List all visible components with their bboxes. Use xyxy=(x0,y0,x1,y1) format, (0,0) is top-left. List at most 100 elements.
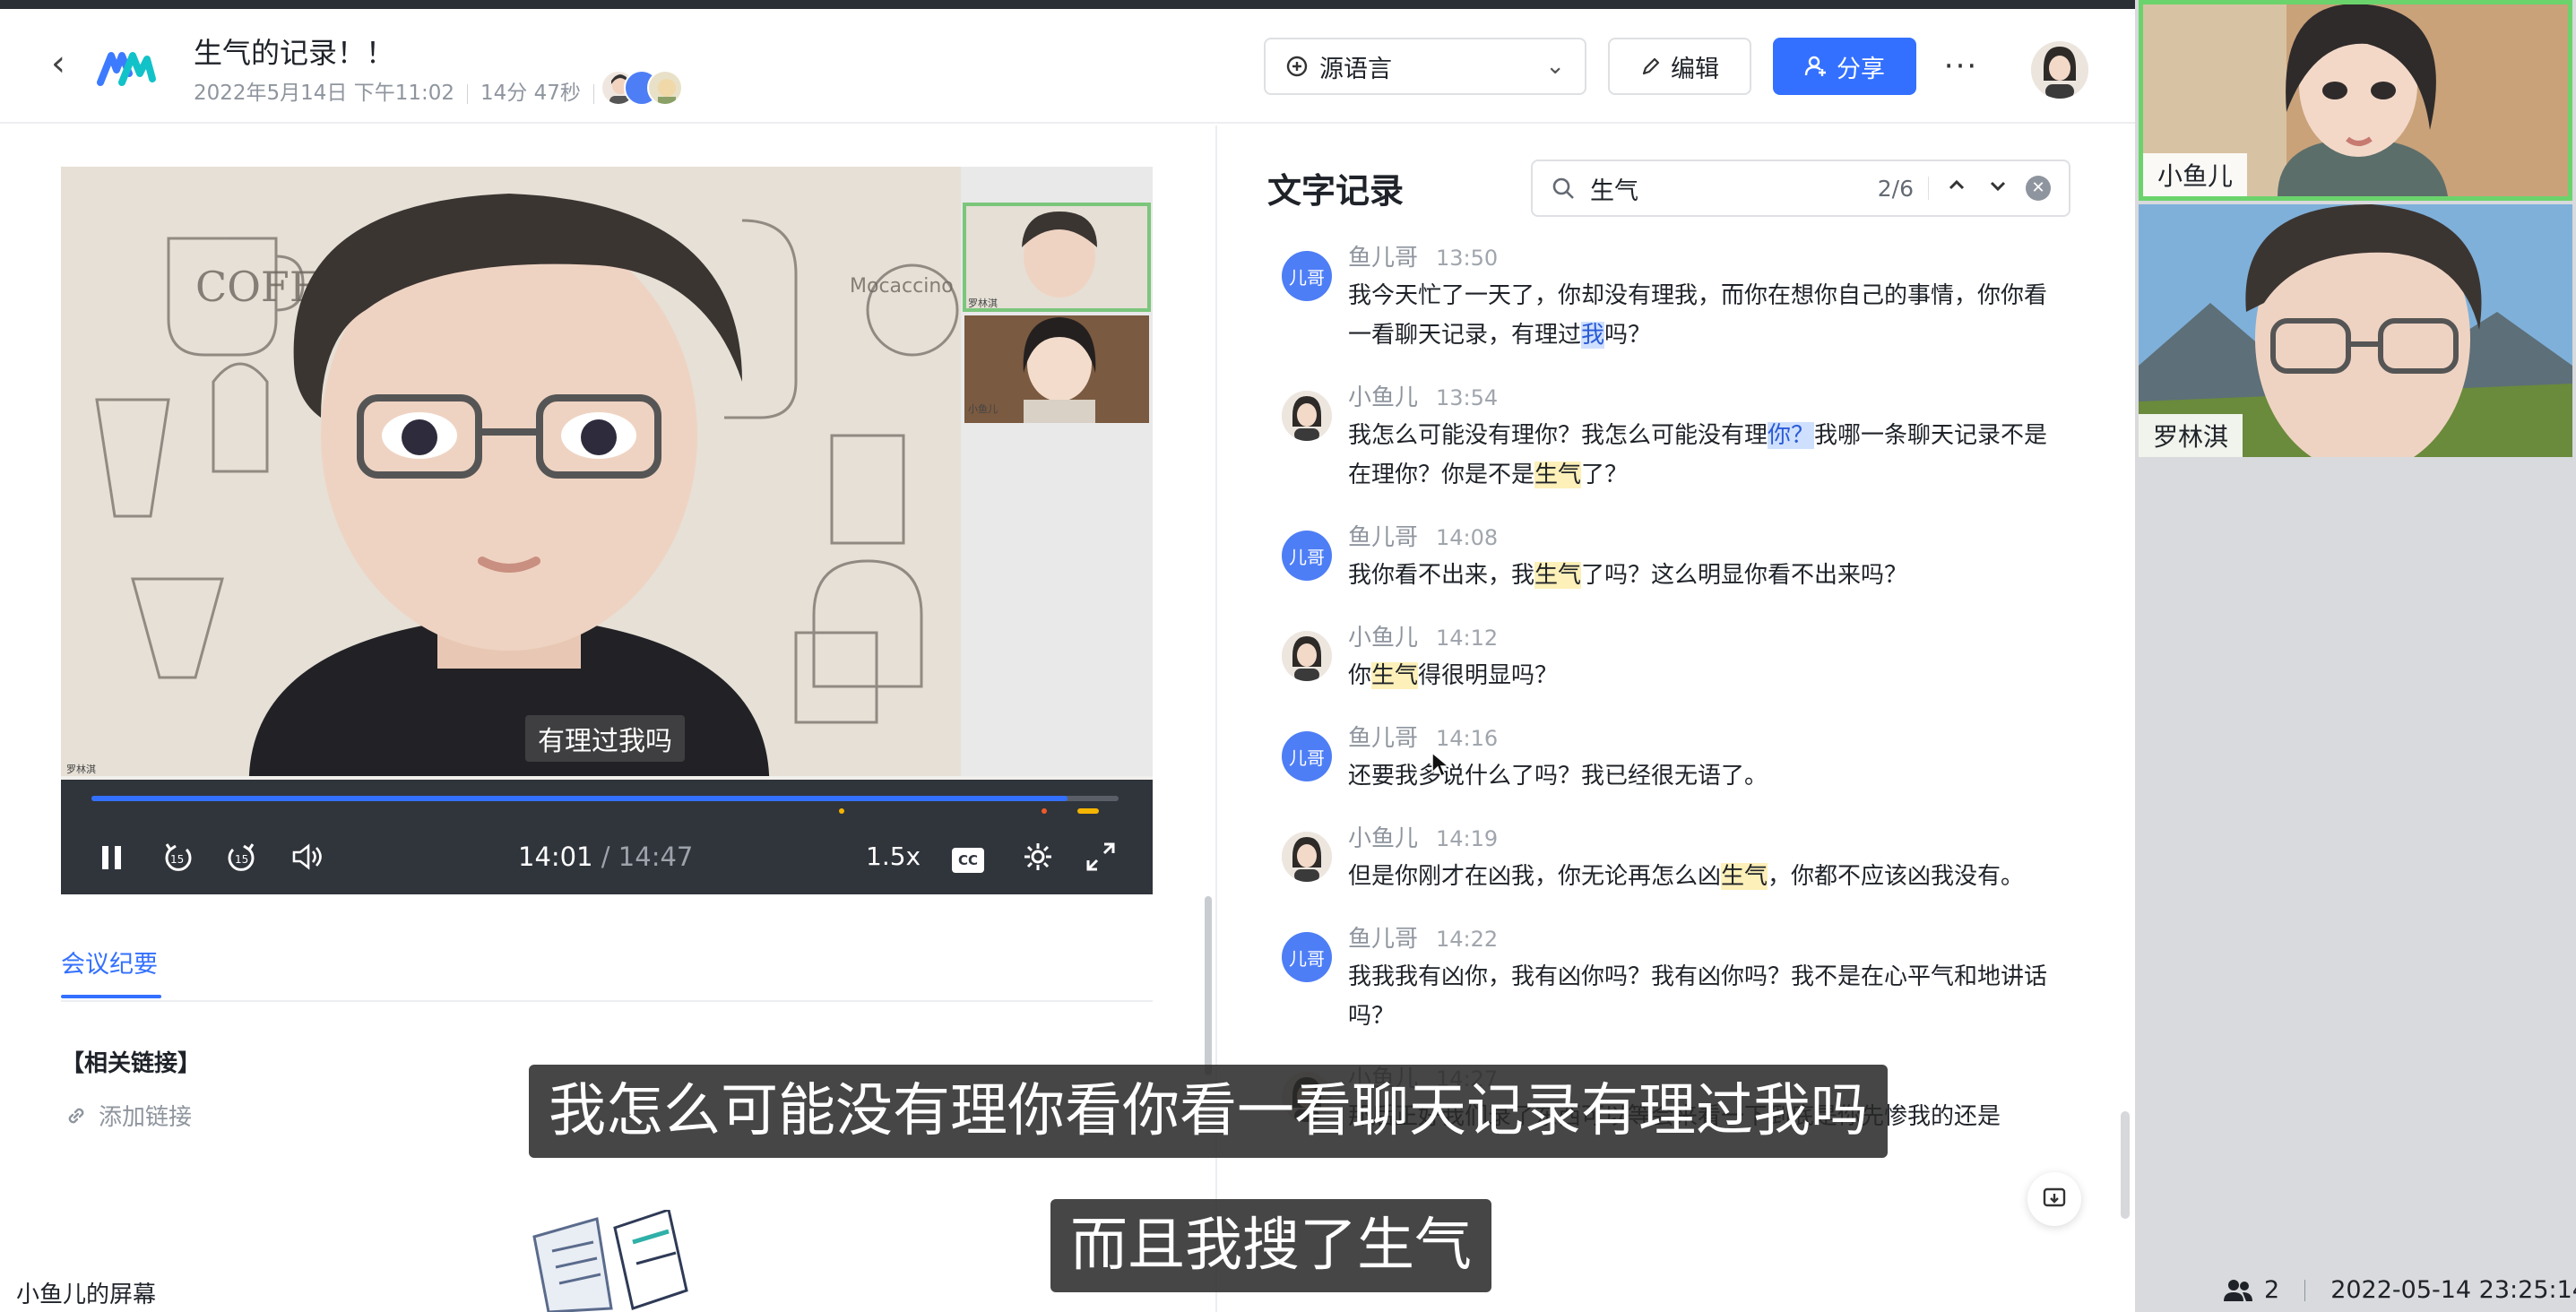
progress-fill xyxy=(91,796,1068,801)
text-segment: 我你看不出来，我 xyxy=(1348,562,1535,589)
transcript-message[interactable]: 儿哥 鱼儿哥 14:08 我你看不出来，我生气了吗？这么明显你看不出来吗？ xyxy=(1276,520,2065,595)
marker-dot[interactable] xyxy=(1042,808,1047,814)
meeting-datetime: 2022-05-14 23:25:14 xyxy=(2330,1276,2576,1304)
transcript-message[interactable]: 儿哥 鱼儿哥 14:22 我我我有凶你，我有凶你吗？我有凶你吗？我不是在心平气和地讲话… xyxy=(1276,921,2065,1036)
captions-button[interactable]: CC xyxy=(952,839,984,875)
search-input[interactable] xyxy=(1590,174,1805,203)
participant-avatars[interactable] xyxy=(601,70,699,109)
share-button[interactable]: 分享 xyxy=(1773,38,1916,95)
video-thumbnails: 罗林淇 小鱼儿 xyxy=(961,167,1153,776)
message-time[interactable]: 14:08 xyxy=(1436,525,1498,550)
clear-search-button[interactable]: ✕ xyxy=(2026,176,2051,201)
translate-icon xyxy=(1286,56,1308,77)
edit-button[interactable]: 编辑 xyxy=(1608,38,1751,95)
left-scrollbar[interactable] xyxy=(1205,896,1212,1075)
mouse-cursor-icon xyxy=(1431,751,1451,778)
video-player[interactable]: COFFEE Mocaccino 罗林淇 小鱼儿 罗林淇 有理过我吗 15 15… xyxy=(61,167,1153,894)
message-time[interactable]: 13:54 xyxy=(1436,385,1498,410)
message-time[interactable]: 14:12 xyxy=(1436,626,1498,651)
progress-bar[interactable] xyxy=(91,796,1119,814)
next-result-button[interactable] xyxy=(1984,175,2011,203)
message-header: 小鱼儿 14:19 xyxy=(1348,821,2065,857)
message-header: 鱼儿哥 14:22 xyxy=(1348,921,2065,957)
locate-icon xyxy=(2043,1187,2066,1207)
more-options-button[interactable]: ··· xyxy=(1936,43,1986,90)
gear-icon xyxy=(1024,843,1051,870)
search-highlight: 生气 xyxy=(1534,562,1582,589)
add-user-icon xyxy=(1804,56,1826,76)
speaker-name[interactable]: 小鱼儿 xyxy=(1348,825,1418,852)
message-time[interactable]: 14:16 xyxy=(1436,726,1498,751)
search-result-count: 2/6 xyxy=(1877,175,1914,202)
transcript-message[interactable]: 小鱼儿 14:12 你生气得很明显吗？ xyxy=(1276,620,2065,695)
speaker-avatar xyxy=(1282,832,1332,882)
text-segment: 我我我有凶你，我有凶你吗？我有凶你吗？我不是在心平气和地讲话吗？ xyxy=(1348,963,2048,1030)
speaker-avatar xyxy=(1282,631,1332,681)
total-time: 14:47 xyxy=(618,842,694,872)
participant-tile-xiaoyuer[interactable]: 小鱼儿 xyxy=(2139,0,2572,201)
recording-title: 生气的记录！！ xyxy=(194,36,395,70)
back-arrow-icon[interactable]: ‹ xyxy=(36,41,81,86)
text-segment: 我怎么可能没有理你？我怎么可能没有理 xyxy=(1348,422,1768,449)
user-avatar[interactable] xyxy=(2031,41,2088,99)
speaker-avatar: 儿哥 xyxy=(1282,251,1332,301)
marker-dot[interactable] xyxy=(1077,808,1099,814)
transcript-message[interactable]: 儿哥 鱼儿哥 13:50 我今天忙了一天了，你却没有理我，而你在想你自己的事情，你你看… xyxy=(1276,240,2065,355)
search-divider xyxy=(1928,177,1929,200)
transcript-search[interactable]: 2/6 ✕ xyxy=(1531,160,2070,217)
tab-meeting-summary[interactable]: 会议纪要 xyxy=(61,945,158,980)
app-logo xyxy=(97,52,156,86)
participant-name: 小鱼儿 xyxy=(2143,153,2248,196)
speaker-name[interactable]: 小鱼儿 xyxy=(1348,625,1418,652)
playback-time: 14:01 / 14:47 xyxy=(518,839,693,875)
jump-to-current-button[interactable] xyxy=(2027,1172,2081,1226)
settings-button[interactable] xyxy=(1020,839,1056,885)
volume-button[interactable] xyxy=(289,839,324,885)
edit-button-label: 编辑 xyxy=(1671,55,1719,83)
speaker-name[interactable]: 鱼儿哥 xyxy=(1348,524,1418,551)
message-text: 我你看不出来，我生气了吗？这么明显你看不出来吗？ xyxy=(1348,556,2065,595)
search-icon xyxy=(1552,177,1574,199)
message-time[interactable]: 14:19 xyxy=(1436,826,1498,851)
text-segment: 吗？ xyxy=(1604,322,1652,349)
speaker-name[interactable]: 鱼儿哥 xyxy=(1348,926,1418,953)
message-header: 鱼儿哥 14:08 xyxy=(1348,520,2065,556)
speaker-name[interactable]: 鱼儿哥 xyxy=(1348,245,1418,272)
live-subtitle-line-2: 而且我搜了生气 xyxy=(1050,1199,1491,1292)
pencil-icon xyxy=(1642,57,1660,75)
speed-button[interactable]: 1.5x xyxy=(866,839,921,875)
previous-result-button[interactable] xyxy=(1943,175,1970,203)
main-video-name: 罗林淇 xyxy=(66,764,96,775)
search-highlight: 生气 xyxy=(1534,462,1582,488)
participant-tile-luolinqi[interactable]: 罗林淇 xyxy=(2139,204,2572,457)
pause-icon xyxy=(102,846,121,869)
message-text: 我我我有凶你，我有凶你吗？我有凶你吗？我不是在心平气和地讲话吗？ xyxy=(1348,957,2065,1036)
source-language-select[interactable]: 源语言 ⌄ xyxy=(1264,38,1586,95)
transcript-scrollbar[interactable] xyxy=(2121,1111,2130,1219)
source-language-label: 源语言 xyxy=(1319,55,1392,83)
forward-15-button[interactable]: 15 xyxy=(224,839,260,885)
current-time: 14:01 xyxy=(518,842,593,872)
pause-button[interactable] xyxy=(97,839,127,885)
fullscreen-icon xyxy=(1086,842,1115,871)
message-header: 鱼儿哥 13:50 xyxy=(1348,240,2065,276)
message-time[interactable]: 13:50 xyxy=(1436,246,1498,271)
meta-divider xyxy=(592,83,594,104)
transcript-message[interactable]: 儿哥 鱼儿哥 14:16 还要我多说什么了吗？我已经很无语了。 xyxy=(1276,721,2065,796)
fullscreen-button[interactable] xyxy=(1083,839,1119,885)
search-highlight: 你？ xyxy=(1768,422,1815,449)
text-segment: ，你都不应该凶我没有。 xyxy=(1768,863,2025,890)
transcript-message[interactable]: 小鱼儿 14:19 但是你刚才在凶我，你无论再怎么凶生气，你都不应该凶我没有。 xyxy=(1276,821,2065,896)
screen-share-label: 小鱼儿的屏幕 xyxy=(16,1276,157,1309)
transcript-message[interactable]: 小鱼儿 13:54 我怎么可能没有理你？我怎么可能没有理你？我哪一条聊天记录不是在理… xyxy=(1276,380,2065,495)
add-link-button[interactable]: 添加链接 xyxy=(65,1099,192,1132)
video-frame: COFFEE Mocaccino xyxy=(61,167,961,776)
rewind-15-button[interactable]: 15 xyxy=(160,839,195,885)
speaker-name[interactable]: 小鱼儿 xyxy=(1348,384,1418,411)
speaker-name[interactable]: 鱼儿哥 xyxy=(1348,725,1418,752)
message-header: 鱼儿哥 14:16 xyxy=(1348,721,2065,756)
text-segment: 得很明显吗？ xyxy=(1418,662,1559,689)
chevron-down-icon xyxy=(1990,181,2006,191)
message-time[interactable]: 14:22 xyxy=(1436,927,1498,952)
marker-dot[interactable] xyxy=(839,808,844,814)
